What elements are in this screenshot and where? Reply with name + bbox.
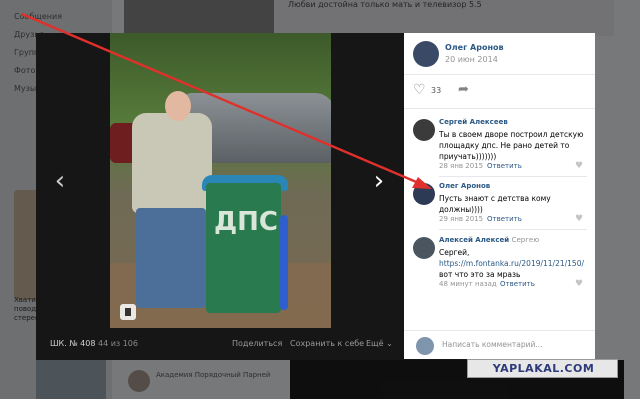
comment-text-suffix: вот что это за мразь [439,270,521,279]
reply-button[interactable]: Ответить [487,162,522,170]
comment-date[interactable]: 28 янв 2015 [439,162,483,170]
comment-date[interactable]: 48 минут назад [439,280,497,288]
album-label[interactable]: ШК. № 408 [50,339,95,348]
viewer-footer: ШК. № 408 44 из 106 Поделиться Сохранить… [36,331,404,360]
comment-author-name: Алексей Алексей [439,236,510,244]
next-photo-button[interactable]: › [367,166,391,196]
divider [404,74,595,75]
post-date: 20 июн 2014 [445,55,498,64]
divider [439,229,587,230]
photo-detail [136,208,206,308]
watermark-logo: YAPLAKAL.COM [467,359,618,378]
previous-photo-button[interactable]: ‹ [48,166,72,196]
chevron-down-icon: ⌄ [386,339,393,348]
comment-author[interactable]: Алексей Алексей Сергею [439,236,539,244]
avatar[interactable] [413,183,435,205]
likes-count: 33 [431,86,442,95]
reply-to-label: Сергею [511,236,540,244]
comment-text: Сергей, https://m.fontanka.ru/2019/11/21… [439,247,587,280]
avatar[interactable] [413,119,435,141]
divider [404,108,595,109]
bookmark-icon[interactable] [120,304,136,320]
comment-text-prefix: Сергей, [439,248,470,257]
comment-author[interactable]: Олег Аронов [439,182,490,190]
photo-detail [280,215,288,310]
comment-text: Пусть знают с детства кому должны)))) [439,194,551,214]
avatar [416,337,434,355]
heart-icon[interactable]: ♡ [413,83,427,97]
photo-detail [206,183,281,313]
share-button[interactable]: Поделиться [232,339,282,348]
photo-detail [132,113,212,213]
reply-button[interactable]: Ответить [487,215,522,223]
photo-sign-text: ДПС [214,207,278,237]
comments-panel: Олег Аронов 20 июн 2014 ♡ 33 ➦ Сергей Ал… [404,33,595,359]
more-label: Ещё [366,339,384,348]
comment-input[interactable]: Написать комментарий... [442,340,543,349]
comment-composer: Написать комментарий... [404,330,595,359]
author-name[interactable]: Олег Аронов [445,43,504,52]
more-menu-button[interactable]: Ещё ⌄ [366,339,393,348]
save-button[interactable]: Сохранить к себе [290,339,364,348]
share-arrow-icon[interactable]: ➦ [458,83,474,97]
comment-link[interactable]: https://m.fontanka.ru/2019/11/21/150/ [439,259,584,268]
comment-date[interactable]: 29 янв 2015 [439,215,483,223]
comment-text: Ты в своем дворе построил детскую площад… [439,130,584,161]
comment-author[interactable]: Сергей Алексеев [439,118,508,126]
watermark-text: YAPLAKAL.COM [492,362,595,375]
heart-icon[interactable]: ♥ [575,161,583,171]
author-avatar[interactable] [413,41,439,67]
photo-detail [165,91,191,121]
photo[interactable]: ДПС [110,33,331,328]
divider [439,176,587,177]
heart-icon[interactable]: ♥ [575,214,583,224]
avatar[interactable] [413,237,435,259]
reply-button[interactable]: Ответить [500,280,535,288]
photo-counter: 44 из 106 [98,339,138,348]
heart-icon[interactable]: ♥ [575,279,583,289]
